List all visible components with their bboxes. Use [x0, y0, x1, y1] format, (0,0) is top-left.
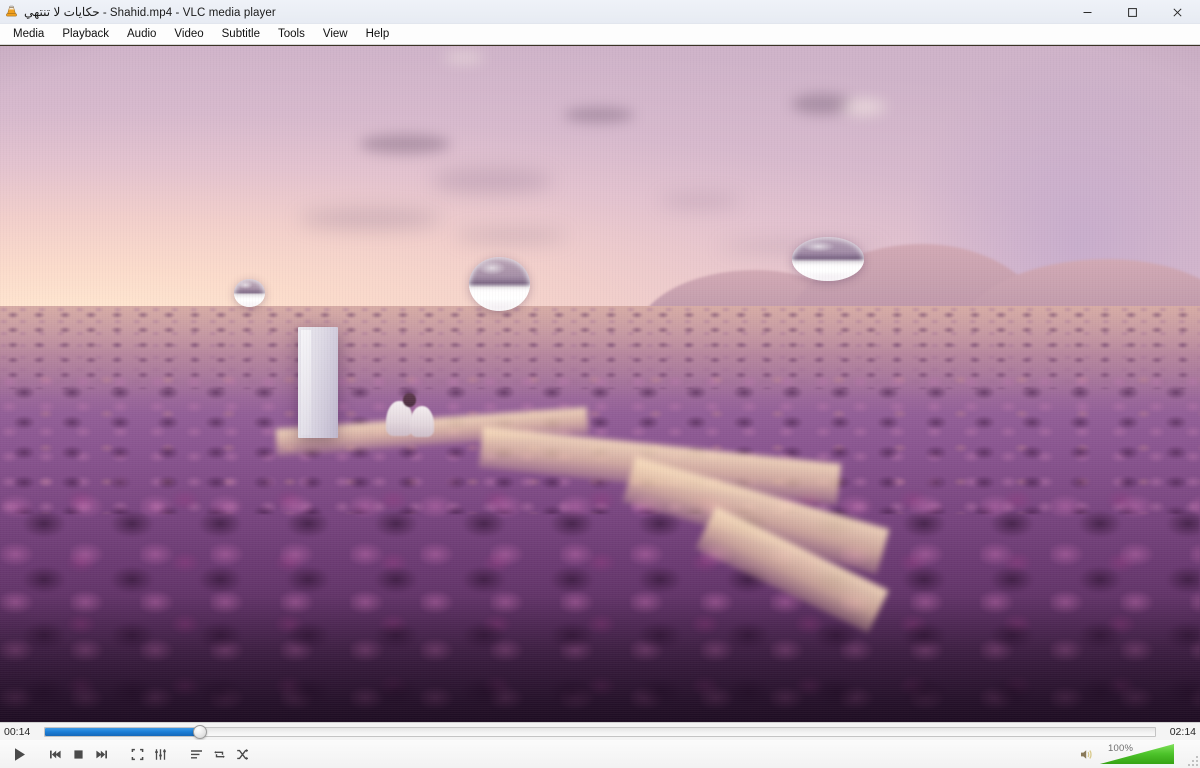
view-group: [126, 743, 171, 765]
title-bar: حكايات لا تنتهي - Shahid.mp4 - VLC media…: [0, 0, 1200, 24]
shuffle-button[interactable]: [231, 743, 253, 765]
menu-item-media[interactable]: Media: [4, 25, 53, 44]
maximize-button[interactable]: [1110, 0, 1155, 24]
seek-bar-row: 00:14 02:14: [0, 722, 1200, 740]
seek-handle[interactable]: [193, 725, 207, 739]
window-controls: [1065, 0, 1200, 24]
menu-item-audio[interactable]: Audio: [118, 25, 165, 44]
resize-grip[interactable]: [1184, 752, 1198, 766]
extended-settings-button[interactable]: [149, 743, 171, 765]
menu-item-subtitle[interactable]: Subtitle: [213, 25, 269, 44]
video-frame: [0, 46, 1200, 722]
fullscreen-button[interactable]: [126, 743, 148, 765]
vlc-cone-icon: [0, 1, 22, 23]
floating-sphere: [469, 257, 530, 311]
floating-sphere: [234, 279, 265, 307]
video-display[interactable]: [0, 45, 1200, 722]
playlist-group: [185, 743, 253, 765]
volume-slider[interactable]: 100%: [1100, 744, 1174, 764]
play-button[interactable]: [6, 742, 32, 766]
cloud: [660, 195, 740, 207]
vlc-window: حكايات لا تنتهي - Shahid.mp4 - VLC media…: [0, 0, 1200, 768]
lavender-field: [0, 306, 1200, 722]
stop-button[interactable]: [67, 743, 89, 765]
volume-percent-label: 100%: [1108, 743, 1133, 754]
menu-item-help[interactable]: Help: [357, 25, 399, 44]
cloud: [360, 134, 450, 154]
window-title-arabic: حكايات لا تنتهي: [24, 5, 100, 19]
menu-bar: Media Playback Audio Video Subtitle Tool…: [0, 24, 1200, 45]
minimize-button[interactable]: [1065, 0, 1110, 24]
menu-item-playback[interactable]: Playback: [53, 25, 118, 44]
loop-button[interactable]: [208, 743, 230, 765]
cloud: [840, 100, 886, 114]
elapsed-time: 00:14: [4, 726, 40, 738]
field-shadow: [0, 597, 1200, 722]
window-title-file: - Shahid.mp4 - VLC media player: [103, 7, 276, 19]
cloud: [564, 107, 634, 123]
close-button[interactable]: [1155, 0, 1200, 24]
seek-track[interactable]: [44, 727, 1156, 737]
volume-control[interactable]: 100%: [1075, 740, 1174, 768]
window-title: حكايات لا تنتهي - Shahid.mp4 - VLC media…: [22, 5, 276, 19]
control-bar: 100%: [0, 740, 1200, 768]
menu-item-video[interactable]: Video: [165, 25, 212, 44]
previous-button[interactable]: [44, 743, 66, 765]
playlist-button[interactable]: [185, 743, 207, 765]
menu-item-view[interactable]: View: [314, 25, 357, 44]
white-door-monolith: [298, 327, 339, 439]
menu-item-tools[interactable]: Tools: [269, 25, 314, 44]
cloud: [432, 168, 552, 194]
volume-speaker-icon[interactable]: [1075, 743, 1097, 765]
next-button[interactable]: [90, 743, 112, 765]
cloud: [456, 229, 566, 243]
transport-group: [44, 743, 112, 765]
total-time: 02:14: [1160, 726, 1196, 738]
floating-sphere: [792, 237, 864, 280]
seek-slider[interactable]: [44, 723, 1156, 741]
seek-progress-fill: [45, 728, 199, 736]
cloud: [444, 53, 484, 62]
